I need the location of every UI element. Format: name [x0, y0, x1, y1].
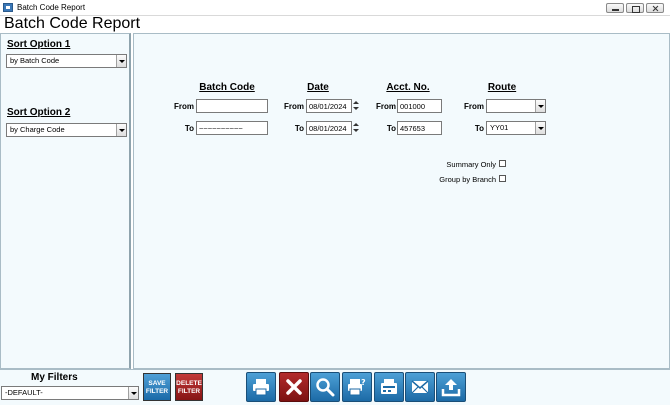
chevron-down-icon[interactable] — [116, 124, 126, 136]
route-to-value: YY01 — [490, 123, 509, 132]
my-filters-select[interactable]: -DEFAULT- — [1, 386, 139, 400]
route-from-label: From — [464, 102, 484, 111]
close-button[interactable] — [279, 372, 309, 402]
sort-option-2-select[interactable]: by Charge Code — [6, 123, 127, 137]
group-by-branch-checkbox[interactable] — [499, 175, 506, 182]
arrow-down-icon[interactable] — [352, 106, 360, 113]
summary-only-label: Summary Only — [446, 160, 496, 169]
date-from-stepper[interactable] — [352, 99, 360, 113]
date-to-input[interactable] — [306, 121, 352, 135]
my-filters-label: My Filters — [31, 372, 78, 383]
route-to-label: To — [474, 124, 484, 133]
search-icon — [316, 378, 335, 397]
date-header: Date — [307, 82, 329, 93]
date-from-label: From — [284, 102, 304, 111]
criteria-panel: Batch Code Date Acct. No. Route From To … — [133, 33, 670, 369]
app-icon — [3, 3, 13, 12]
group-by-branch-label: Group by Branch — [439, 175, 496, 184]
print-icon — [253, 379, 269, 396]
acct-no-header: Acct. No. — [386, 82, 430, 93]
search-button[interactable] — [310, 372, 340, 402]
route-to-select[interactable]: YY01 — [486, 121, 546, 135]
svg-text:?: ? — [361, 378, 366, 387]
batch-code-to-label: To — [184, 124, 194, 133]
save-filter-button[interactable]: SAVE FILTER — [143, 373, 171, 401]
delete-filter-label-line1: DELETE — [176, 380, 202, 387]
my-filters-value: -DEFAULT- — [5, 388, 43, 397]
minimize-button[interactable] — [606, 3, 624, 13]
date-to-label: To — [294, 124, 304, 133]
export-icon — [441, 379, 461, 397]
summary-only-checkbox[interactable] — [499, 160, 506, 167]
route-from-select[interactable] — [486, 99, 546, 113]
maximize-button[interactable] — [626, 3, 644, 13]
acct-from-label: From — [376, 102, 396, 111]
print-button[interactable] — [246, 372, 276, 402]
report-title: Batch Code Report — [4, 15, 141, 32]
sort-options-panel: Sort Option 1 by Batch Code Sort Option … — [0, 33, 131, 369]
sort-option-1-value: by Batch Code — [10, 56, 60, 65]
email-icon — [411, 380, 429, 394]
batch-code-from-label: From — [174, 102, 194, 111]
sort-option-2-value: by Charge Code — [10, 125, 65, 134]
export-button[interactable] — [436, 372, 466, 402]
batch-code-to-input[interactable] — [196, 121, 268, 135]
email-button[interactable] — [405, 372, 435, 402]
acct-from-input[interactable] — [397, 99, 442, 113]
chevron-down-icon[interactable] — [128, 387, 138, 399]
batch-code-from-input[interactable] — [196, 99, 268, 113]
chevron-down-icon[interactable] — [535, 122, 545, 134]
fax-button[interactable] — [374, 372, 404, 402]
batch-code-header: Batch Code — [199, 82, 255, 93]
sort-option-1-select[interactable]: by Batch Code — [6, 54, 127, 68]
chevron-down-icon[interactable] — [535, 100, 545, 112]
route-header: Route — [487, 82, 517, 93]
arrow-up-icon[interactable] — [352, 121, 360, 128]
delete-filter-label-line2: FILTER — [177, 388, 201, 395]
arrow-up-icon[interactable] — [352, 99, 360, 106]
fax-icon — [381, 379, 397, 394]
save-filter-label-line2: FILTER — [145, 388, 169, 395]
chevron-down-icon[interactable] — [116, 55, 126, 67]
delete-filter-button[interactable]: DELETE FILTER — [175, 373, 203, 401]
sort-option-1-label: Sort Option 1 — [7, 39, 71, 50]
print-preview-icon: ? — [348, 378, 366, 396]
window-title-bar: Batch Code Report — [0, 0, 670, 16]
print-preview-button[interactable]: ? — [342, 372, 372, 402]
window-close-button[interactable] — [646, 3, 664, 13]
save-filter-label-line1: SAVE — [148, 380, 166, 387]
date-to-stepper[interactable] — [352, 121, 360, 135]
close-icon — [286, 379, 302, 395]
acct-to-input[interactable] — [397, 121, 442, 135]
date-from-input[interactable] — [306, 99, 352, 113]
sort-option-2-label: Sort Option 2 — [7, 107, 71, 118]
acct-to-label: To — [386, 124, 396, 133]
window-title: Batch Code Report — [17, 3, 86, 12]
arrow-down-icon[interactable] — [352, 128, 360, 135]
